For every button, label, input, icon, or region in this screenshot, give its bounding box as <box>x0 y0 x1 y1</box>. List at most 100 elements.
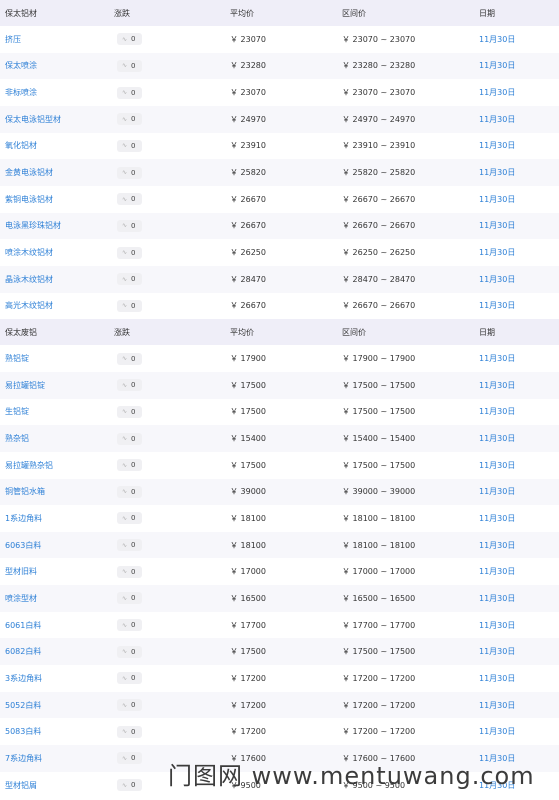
change-value: 0 <box>131 674 136 683</box>
trend-icon: ∿ <box>122 35 128 43</box>
date-link[interactable]: 11月30日 <box>479 115 515 124</box>
change-badge: ∿ 0 <box>117 33 142 46</box>
product-name-link[interactable]: 型材旧料 <box>5 567 37 576</box>
date-link[interactable]: 11月30日 <box>479 727 515 736</box>
change-badge: ∿ 0 <box>117 219 142 232</box>
product-name-link[interactable]: 易拉罐铝锭 <box>5 381 45 390</box>
product-name-link[interactable]: 生铝锭 <box>5 407 29 416</box>
date-link[interactable]: 11月30日 <box>479 567 515 576</box>
range-price: ￥ 26670 ~ 26670 <box>342 194 416 204</box>
date-link[interactable]: 11月30日 <box>479 674 515 683</box>
date-link[interactable]: 11月30日 <box>479 541 515 550</box>
date-link[interactable]: 11月30日 <box>479 61 515 70</box>
date-link[interactable]: 11月30日 <box>479 514 515 523</box>
date-link[interactable]: 11月30日 <box>479 35 515 44</box>
date-link[interactable]: 11月30日 <box>479 754 515 763</box>
change-badge: ∿ 0 <box>117 672 142 685</box>
product-name-link[interactable]: 熟铝锭 <box>5 354 29 363</box>
table-row: 型材旧料 ∿ 0 ￥ 17000 ￥ 17000 ~ 17000 11月30日 <box>0 558 559 585</box>
date-link[interactable]: 11月30日 <box>479 354 515 363</box>
product-name-link[interactable]: 挤压 <box>5 35 21 44</box>
product-name-link[interactable]: 铜管铝水箱 <box>5 487 45 496</box>
range-price: ￥ 17700 ~ 17700 <box>342 620 416 630</box>
product-name-link[interactable]: 3系边角料 <box>5 674 42 683</box>
date-link[interactable]: 11月30日 <box>479 781 515 790</box>
range-price: ￥ 17500 ~ 17500 <box>342 460 416 470</box>
avg-price: ￥ 17500 <box>230 407 266 417</box>
table-row: 喷涂型材 ∿ 0 ￥ 16500 ￥ 16500 ~ 16500 11月30日 <box>0 585 559 612</box>
table-row: 6061白料 ∿ 0 ￥ 17700 ￥ 17700 ~ 17700 11月30日 <box>0 612 559 639</box>
range-price: ￥ 17500 ~ 17500 <box>342 407 416 417</box>
product-name-link[interactable]: 保太喷涂 <box>5 61 37 70</box>
product-name-link[interactable]: 金黄电泳铝材 <box>5 168 53 177</box>
table-row: 易拉罐铝锭 ∿ 0 ￥ 17500 ￥ 17500 ~ 17500 11月30日 <box>0 371 559 399</box>
date-link[interactable]: 11月30日 <box>479 248 515 257</box>
avg-price: ￥ 18100 <box>230 540 266 550</box>
range-price: ￥ 17900 ~ 17900 <box>342 354 416 364</box>
change-badge: ∿ 0 <box>117 139 142 152</box>
change-badge: ∿ 0 <box>117 512 142 525</box>
change-badge: ∿ 0 <box>117 246 142 259</box>
date-link[interactable]: 11月30日 <box>479 381 515 390</box>
product-name-link[interactable]: 6082白料 <box>5 647 41 656</box>
product-name-link[interactable]: 非标喷涂 <box>5 88 37 97</box>
avg-price: ￥ 26670 <box>230 301 266 311</box>
change-badge: ∿ 0 <box>117 699 142 712</box>
product-name-link[interactable]: 电泳黑珍珠铝材 <box>5 221 61 230</box>
date-link[interactable]: 11月30日 <box>479 647 515 656</box>
range-price: ￥ 17500 ~ 17500 <box>342 380 416 390</box>
change-value: 0 <box>131 35 136 44</box>
change-value: 0 <box>131 781 136 790</box>
table-row: 5083白料 ∿ 0 ￥ 17200 ￥ 17200 ~ 17200 11月30日 <box>0 718 559 745</box>
date-link[interactable]: 11月30日 <box>479 701 515 710</box>
product-name-link[interactable]: 7系边角料 <box>5 754 42 763</box>
change-value: 0 <box>131 248 136 257</box>
date-link[interactable]: 11月30日 <box>479 301 515 310</box>
column-header-range: 区间价 <box>342 327 366 337</box>
table-row: 熟杂铝 ∿ 0 ￥ 15400 ￥ 15400 ~ 15400 11月30日 <box>0 425 559 452</box>
change-badge: ∿ 0 <box>117 459 142 472</box>
product-name-link[interactable]: 6063白料 <box>5 541 41 550</box>
trend-icon: ∿ <box>122 408 128 416</box>
price-section: 保太铝材 涨跌 平均价 区间价 日期 挤压 ∿ 0 ￥ 23070 ￥ 23070 ~ 23070… <box>0 0 559 319</box>
avg-price: ￥ 28470 <box>230 274 266 284</box>
product-name-link[interactable]: 喷涂型材 <box>5 594 37 603</box>
range-price: ￥ 17200 ~ 17200 <box>342 727 416 737</box>
date-link[interactable]: 11月30日 <box>479 487 515 496</box>
date-link[interactable]: 11月30日 <box>479 168 515 177</box>
product-name-link[interactable]: 6061白料 <box>5 621 41 630</box>
product-name-link[interactable]: 喷涂木纹铝材 <box>5 248 53 257</box>
change-badge: ∿ 0 <box>117 86 142 99</box>
table-row: 高光木纹铝材 ∿ 0 ￥ 26670 ￥ 26670 ~ 26670 11月30日 <box>0 293 559 320</box>
range-price: ￥ 18100 ~ 18100 <box>342 540 416 550</box>
product-name-link[interactable]: 高光木纹铝材 <box>5 301 53 310</box>
date-link[interactable]: 11月30日 <box>479 141 515 150</box>
product-name-link[interactable]: 易拉罐熟杂铝 <box>5 461 53 470</box>
table-row: 6082白料 ∿ 0 ￥ 17500 ￥ 17500 ~ 17500 11月30日 <box>0 638 559 666</box>
date-link[interactable]: 11月30日 <box>479 434 515 443</box>
date-link[interactable]: 11月30日 <box>479 407 515 416</box>
product-name-link[interactable]: 氧化铝材 <box>5 141 37 150</box>
date-link[interactable]: 11月30日 <box>479 221 515 230</box>
product-name-link[interactable]: 晶泳木纹铝材 <box>5 275 53 284</box>
range-price: ￥ 23070 ~ 23070 <box>342 34 416 44</box>
range-price: ￥ 17600 ~ 17600 <box>342 753 416 763</box>
date-link[interactable]: 11月30日 <box>479 195 515 204</box>
change-badge: ∿ 0 <box>117 352 142 365</box>
product-name-link[interactable]: 型材铝屑 <box>5 781 37 790</box>
product-name-link[interactable]: 熟杂铝 <box>5 434 29 443</box>
date-link[interactable]: 11月30日 <box>479 275 515 284</box>
product-name-link[interactable]: 1系边角料 <box>5 514 42 523</box>
date-link[interactable]: 11月30日 <box>479 461 515 470</box>
product-name-link[interactable]: 保太电泳铝型材 <box>5 115 61 124</box>
date-link[interactable]: 11月30日 <box>479 594 515 603</box>
change-badge: ∿ 0 <box>117 645 142 658</box>
product-name-link[interactable]: 5083白料 <box>5 727 41 736</box>
avg-price: ￥ 24970 <box>230 114 266 124</box>
date-link[interactable]: 11月30日 <box>479 621 515 630</box>
date-link[interactable]: 11月30日 <box>479 88 515 97</box>
change-value: 0 <box>131 647 136 656</box>
table-row: 铜管铝水箱 ∿ 0 ￥ 39000 ￥ 39000 ~ 39000 11月30日 <box>0 478 559 506</box>
product-name-link[interactable]: 5052白料 <box>5 701 41 710</box>
product-name-link[interactable]: 紫铜电泳铝材 <box>5 195 53 204</box>
